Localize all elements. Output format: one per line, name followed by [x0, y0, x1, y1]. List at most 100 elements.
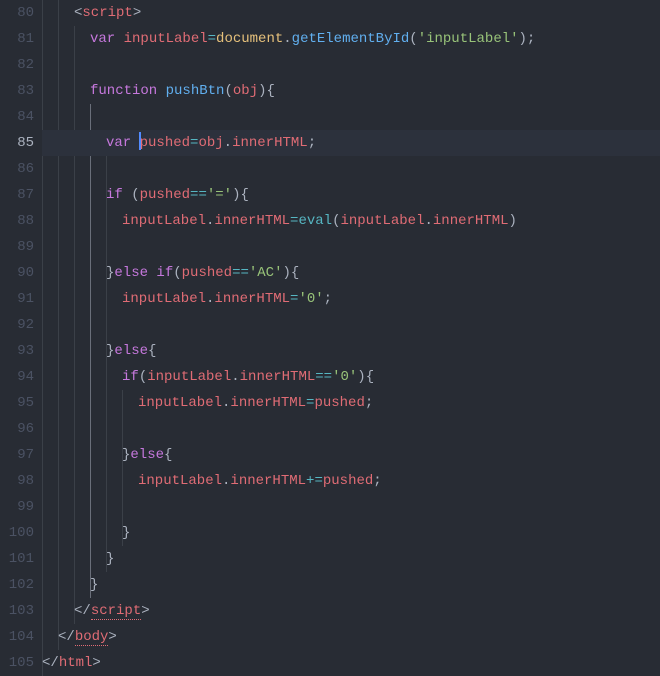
line-number: 93 — [0, 338, 34, 364]
code-line[interactable]: } — [42, 546, 660, 572]
code-area[interactable]: <script>var inputLabel=document.getEleme… — [42, 0, 660, 675]
code-line[interactable] — [42, 52, 660, 78]
token-punc: ) — [509, 213, 517, 229]
token-op: += — [306, 473, 323, 489]
token-punc: ){ — [258, 83, 275, 99]
line-number: 81 — [0, 26, 34, 52]
token-angle: </ — [58, 629, 75, 645]
token-punc: . — [231, 369, 239, 385]
code-line[interactable]: if (pushed=='='){ — [42, 182, 660, 208]
token-kw: var — [106, 135, 131, 151]
token-angle: </ — [74, 603, 91, 619]
token-kw: if — [156, 265, 173, 281]
line-number: 94 — [0, 364, 34, 390]
line-number: 85 — [0, 130, 34, 156]
code-line[interactable]: }else if(pushed=='AC'){ — [42, 260, 660, 286]
code-line[interactable]: </html> — [42, 650, 660, 676]
line-number: 100 — [0, 520, 34, 546]
token-angle: > — [108, 629, 116, 645]
line-number: 104 — [0, 624, 34, 650]
code-line[interactable] — [42, 416, 660, 442]
code-line[interactable]: </body> — [42, 624, 660, 650]
line-number: 90 — [0, 260, 34, 286]
token-str: 'AC' — [249, 265, 283, 281]
token-prop: innerHTML — [214, 291, 290, 307]
code-line[interactable]: <script> — [42, 0, 660, 26]
code-line[interactable]: var pushed=obj.innerHTML; — [42, 130, 660, 156]
token-angle: > — [92, 655, 100, 671]
token-prop: innerHTML — [433, 213, 509, 229]
code-line[interactable]: }else{ — [42, 442, 660, 468]
code-editor[interactable]: 8081828384858687888990919293949596979899… — [0, 0, 660, 675]
code-line[interactable]: }else{ — [42, 338, 660, 364]
token-punc: ){ — [357, 369, 374, 385]
code-line[interactable]: function pushBtn(obj){ — [42, 78, 660, 104]
token-kw: if — [122, 369, 139, 385]
token-tag: script — [91, 603, 141, 620]
line-number: 91 — [0, 286, 34, 312]
token-prop: innerHTML — [240, 369, 316, 385]
token-punc: ; — [324, 291, 332, 307]
token-var: inputLabel — [122, 291, 206, 307]
token-tag: script — [82, 5, 132, 21]
code-line[interactable] — [42, 234, 660, 260]
token-prop: innerHTML — [230, 473, 306, 489]
code-line[interactable]: inputLabel.innerHTML+=pushed; — [42, 468, 660, 494]
token-punc: ; — [365, 395, 373, 411]
line-number: 84 — [0, 104, 34, 130]
code-line[interactable]: inputLabel.innerHTML=pushed; — [42, 390, 660, 416]
token-obj: document — [216, 31, 283, 47]
token-plain — [115, 31, 123, 47]
token-kw: var — [90, 31, 115, 47]
token-punc: { — [164, 447, 172, 463]
code-line[interactable]: if(inputLabel.innerHTML=='0'){ — [42, 364, 660, 390]
text-cursor — [139, 132, 141, 150]
token-str: '0' — [332, 369, 357, 385]
token-punc: ( — [131, 187, 139, 203]
token-angle: </ — [42, 655, 59, 671]
line-number: 82 — [0, 52, 34, 78]
token-op: == — [232, 265, 249, 281]
line-number: 87 — [0, 182, 34, 208]
code-line[interactable]: inputLabel.innerHTML='0'; — [42, 286, 660, 312]
code-line[interactable] — [42, 156, 660, 182]
token-var: inputLabel — [138, 395, 222, 411]
token-var: pushed — [140, 135, 190, 151]
token-punc: ); — [519, 31, 536, 47]
token-tag: body — [75, 629, 109, 646]
token-kw: function — [90, 83, 157, 99]
token-prop: innerHTML — [232, 135, 308, 151]
token-punc: . — [424, 213, 432, 229]
token-punc: . — [283, 31, 291, 47]
token-builtin: eval — [298, 213, 332, 229]
code-line[interactable]: </script> — [42, 598, 660, 624]
token-punc: ; — [373, 473, 381, 489]
line-number: 99 — [0, 494, 34, 520]
code-line[interactable] — [42, 312, 660, 338]
line-number: 105 — [0, 650, 34, 676]
line-number: 95 — [0, 390, 34, 416]
token-var: inputLabel — [122, 213, 206, 229]
line-number: 86 — [0, 156, 34, 182]
token-kw: else — [130, 447, 164, 463]
token-op: == — [315, 369, 332, 385]
token-str: '=' — [207, 187, 232, 203]
token-var: obj — [233, 83, 258, 99]
token-punc: . — [224, 135, 232, 151]
code-line[interactable]: } — [42, 572, 660, 598]
line-number: 102 — [0, 572, 34, 598]
line-number: 92 — [0, 312, 34, 338]
code-line[interactable]: var inputLabel=document.getElementById('… — [42, 26, 660, 52]
code-line[interactable]: inputLabel.innerHTML=eval(inputLabel.inn… — [42, 208, 660, 234]
token-prop: innerHTML — [230, 395, 306, 411]
token-op: = — [208, 31, 216, 47]
code-line[interactable] — [42, 104, 660, 130]
token-punc: ( — [409, 31, 417, 47]
line-number: 83 — [0, 78, 34, 104]
line-number: 96 — [0, 416, 34, 442]
token-punc: } — [122, 525, 130, 541]
code-line[interactable]: } — [42, 520, 660, 546]
token-punc: } — [106, 551, 114, 567]
code-line[interactable] — [42, 494, 660, 520]
token-prop: innerHTML — [214, 213, 290, 229]
